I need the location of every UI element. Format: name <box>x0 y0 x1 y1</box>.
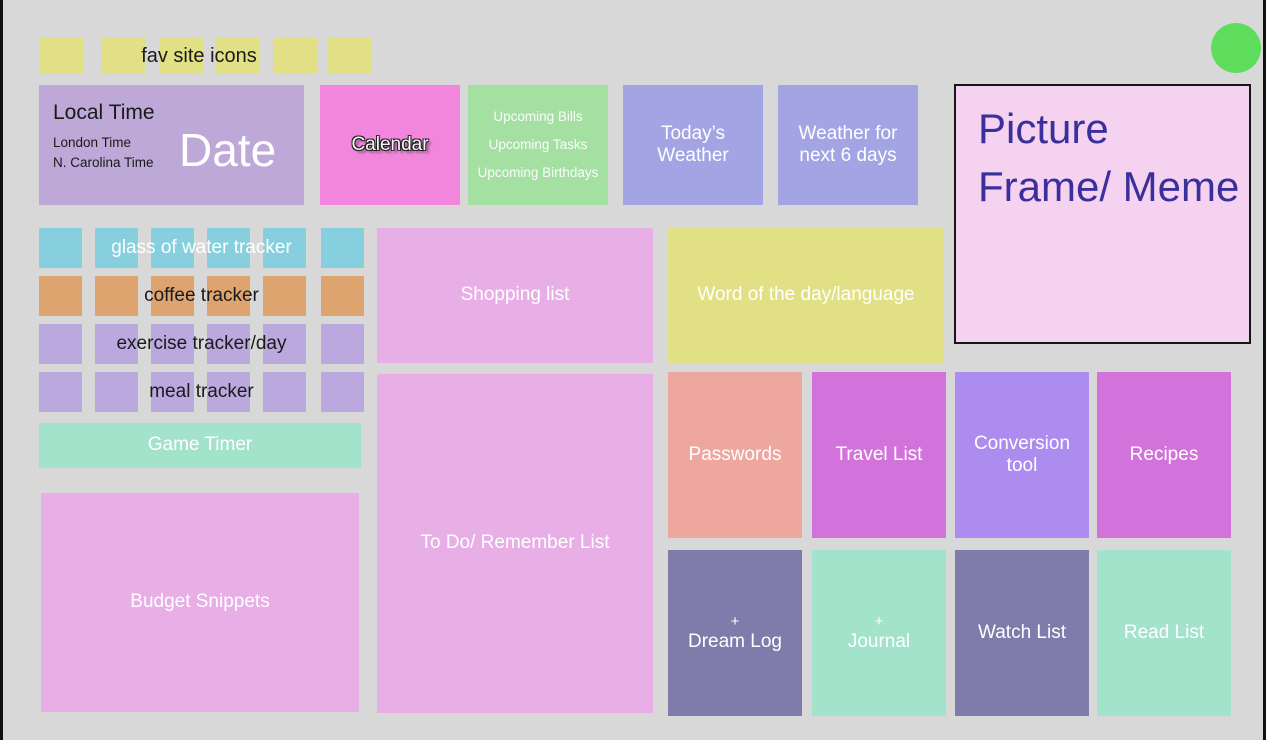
exercise-tracker-cell-2[interactable] <box>95 324 138 364</box>
exercise-tracker-cell-5[interactable] <box>263 324 306 364</box>
shopping-list-widget[interactable]: Shopping list <box>377 228 653 363</box>
coffee-tracker-cell-2[interactable] <box>95 276 138 316</box>
fav-site-icon-1[interactable] <box>39 38 83 74</box>
date-display: Date <box>179 124 277 176</box>
carolina-time-label: N. Carolina Time <box>53 155 154 170</box>
game-timer-widget[interactable]: Game Timer <box>39 423 361 468</box>
fav-site-icon-4[interactable] <box>216 38 260 74</box>
todays-weather-widget[interactable]: Today’s Weather <box>623 85 763 205</box>
dream-log-widget[interactable]: + Dream Log <box>668 550 802 716</box>
passwords-widget[interactable]: Passwords <box>668 372 802 538</box>
picture-frame-label: Picture Frame/ Meme <box>978 105 1240 210</box>
coffee-tracker-cell-6[interactable] <box>321 276 364 316</box>
upcoming-bills-label: Upcoming Bills <box>493 109 583 125</box>
todo-list-widget[interactable]: To Do/ Remember List <box>377 374 653 713</box>
add-dream-log-icon[interactable]: + <box>731 613 740 630</box>
local-time-heading: Local Time <box>53 101 155 124</box>
picture-frame-widget[interactable]: Picture Frame/ Meme <box>954 84 1251 344</box>
budget-snippets-widget[interactable]: Budget Snippets <box>41 493 359 712</box>
fav-site-icon-6[interactable] <box>328 38 372 74</box>
coffee-tracker-label: coffee tracker <box>144 285 259 306</box>
weather-forecast-widget[interactable]: Weather for next 6 days <box>778 85 918 205</box>
exercise-tracker-cell-1[interactable] <box>39 324 82 364</box>
travel-list-widget[interactable]: Travel List <box>812 372 946 538</box>
conversion-tool-widget[interactable]: Conversion tool <box>955 372 1089 538</box>
upcoming-widget[interactable]: Upcoming Bills Upcoming Tasks Upcoming B… <box>468 85 608 205</box>
status-indicator-dot[interactable] <box>1211 23 1261 73</box>
exercise-tracker-cell-3[interactable] <box>151 324 194 364</box>
exercise-tracker-cell-4[interactable] <box>207 324 250 364</box>
word-of-the-day-widget[interactable]: Word of the day/language <box>668 228 944 363</box>
journal-widget[interactable]: + Journal <box>812 550 946 716</box>
meal-tracker-label: meal tracker <box>149 381 254 402</box>
water-tracker-cell-2[interactable] <box>95 228 138 268</box>
upcoming-birthdays-label: Upcoming Birthdays <box>477 164 599 180</box>
read-list-widget[interactable]: Read List <box>1097 550 1231 716</box>
add-journal-icon[interactable]: + <box>875 613 884 630</box>
calendar-widget[interactable]: Calendar <box>320 85 460 205</box>
local-time-panel[interactable]: Local Time London Time N. Carolina Time … <box>39 85 304 205</box>
coffee-tracker-cell-4[interactable] <box>207 276 250 316</box>
recipes-widget[interactable]: Recipes <box>1097 372 1231 538</box>
meal-tracker-cell-2[interactable] <box>95 372 138 412</box>
london-time-label: London Time <box>53 135 132 150</box>
water-tracker-cell-1[interactable] <box>39 228 82 268</box>
water-tracker-cell-3[interactable] <box>151 228 194 268</box>
dashboard-canvas: fav site icons Local Time London Time N.… <box>0 0 1266 740</box>
water-tracker-cell-4[interactable] <box>207 228 250 268</box>
meal-tracker-cell-1[interactable] <box>39 372 82 412</box>
watch-list-widget[interactable]: Watch List <box>955 550 1089 716</box>
coffee-tracker-cell-3[interactable] <box>151 276 194 316</box>
upcoming-tasks-label: Upcoming Tasks <box>488 137 588 153</box>
exercise-tracker-label: exercise tracker/day <box>116 333 287 354</box>
dream-log-label: Dream Log <box>688 630 782 652</box>
water-tracker-cell-6[interactable] <box>321 228 364 268</box>
fav-site-icon-5[interactable] <box>273 38 317 74</box>
water-tracker-cell-5[interactable] <box>263 228 306 268</box>
meal-tracker-cell-3[interactable] <box>151 372 194 412</box>
fav-site-icon-2[interactable] <box>101 38 145 74</box>
journal-label: Journal <box>847 630 911 652</box>
meal-tracker-cell-5[interactable] <box>263 372 306 412</box>
meal-tracker-cell-4[interactable] <box>207 372 250 412</box>
coffee-tracker-cell-1[interactable] <box>39 276 82 316</box>
coffee-tracker-cell-5[interactable] <box>263 276 306 316</box>
water-tracker-label: glass of water tracker <box>111 237 292 258</box>
meal-tracker-cell-6[interactable] <box>321 372 364 412</box>
calendar-label: Calendar <box>351 133 429 155</box>
exercise-tracker-cell-6[interactable] <box>321 324 364 364</box>
fav-site-icon-3[interactable] <box>159 38 203 74</box>
